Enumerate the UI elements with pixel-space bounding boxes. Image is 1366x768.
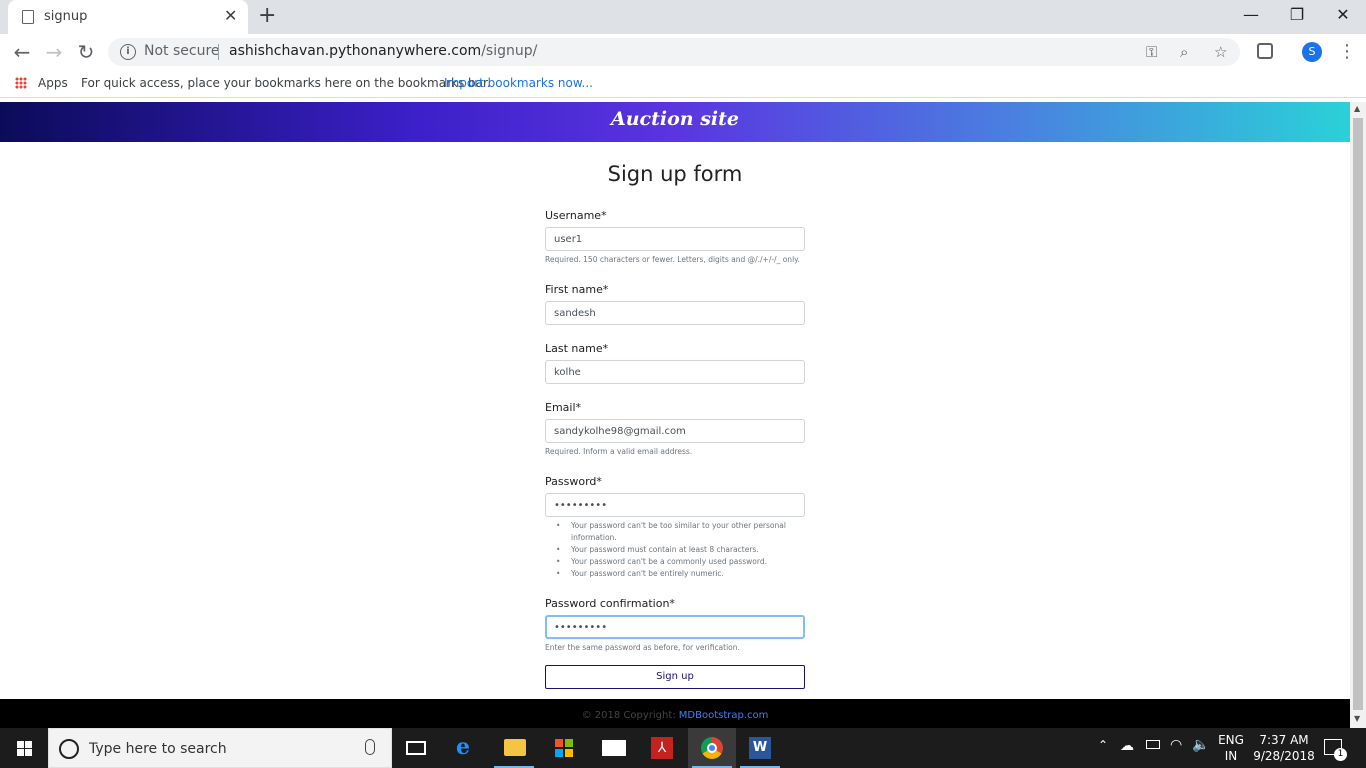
divider: [218, 44, 219, 60]
chrome-icon[interactable]: [688, 728, 736, 768]
page-scrollbar[interactable]: ▲ ▼: [1350, 102, 1366, 728]
show-hidden-icons-icon[interactable]: ⌃: [1098, 738, 1108, 752]
page-title: Sign up form: [607, 162, 743, 186]
edge-glyph: e: [456, 734, 470, 760]
language-indicator[interactable]: ENG IN: [1214, 732, 1248, 764]
url-text[interactable]: ashishchavan.pythonanywhere.com/signup/: [229, 43, 537, 59]
clock-date: 9/28/2018: [1253, 749, 1315, 763]
url-path: /signup/: [481, 43, 538, 59]
page-icon: [22, 10, 34, 24]
forward-button[interactable]: →: [42, 40, 66, 64]
store-logo: [555, 739, 573, 757]
envelope-shape: [602, 740, 626, 756]
restore-button[interactable]: ❐: [1274, 4, 1320, 26]
search-placeholder: Type here to search: [89, 741, 227, 757]
email-label: Email*: [545, 401, 582, 414]
info-icon[interactable]: i: [120, 44, 136, 60]
password-help-item: Your password can't be too similar to yo…: [556, 520, 811, 544]
email-input[interactable]: sandykolhe98@gmail.com: [545, 419, 805, 443]
import-bookmarks-link[interactable]: Import bookmarks now...: [444, 76, 593, 90]
browser-tab[interactable]: signup ✕: [8, 0, 248, 34]
username-help: Required. 150 characters or fewer. Lette…: [545, 255, 800, 264]
password-input[interactable]: •••••••••: [545, 493, 805, 517]
apps-link[interactable]: Apps: [38, 76, 68, 90]
tab-title: signup: [44, 9, 88, 24]
first-name-input[interactable]: sandesh: [545, 301, 805, 325]
password-help-list: Your password can't be too similar to yo…: [556, 520, 811, 580]
footer-link[interactable]: MDBootstrap.com: [679, 710, 769, 721]
first-name-label: First name*: [545, 283, 609, 296]
task-view-shape: [406, 741, 426, 755]
password-confirm-help: Enter the same password as before, for v…: [545, 643, 740, 652]
mail-icon[interactable]: [590, 728, 638, 768]
clock[interactable]: 7:37 AM 9/28/2018: [1252, 732, 1316, 764]
bookmarks-hint: For quick access, place your bookmarks h…: [81, 76, 491, 90]
close-tab-icon[interactable]: ✕: [224, 6, 237, 25]
browser-tab-strip: signup ✕ + — ❐ ✕: [0, 0, 1366, 34]
scroll-down-arrow-icon[interactable]: ▼: [1354, 714, 1360, 723]
clock-time: 7:37 AM: [1259, 733, 1309, 747]
password-help-item: Your password can't be a commonly used p…: [556, 556, 811, 568]
extension-icon[interactable]: [1257, 43, 1273, 59]
edge-icon[interactable]: e: [442, 728, 490, 768]
bookmarks-bar: Apps For quick access, place your bookma…: [0, 70, 1366, 98]
folder-shape: [504, 739, 526, 756]
username-input[interactable]: user1: [545, 227, 805, 251]
onedrive-icon[interactable]: ☁: [1120, 738, 1134, 754]
file-explorer-icon[interactable]: [490, 728, 538, 768]
taskbar-search[interactable]: Type here to search: [48, 728, 392, 768]
password-help-item: Your password must contain at least 8 ch…: [556, 544, 811, 556]
battery-icon[interactable]: [1146, 740, 1160, 749]
reload-button[interactable]: ↻: [74, 40, 98, 64]
language-code: ENG: [1218, 733, 1244, 747]
last-name-label: Last name*: [545, 342, 609, 355]
url-host: ashishchavan.pythonanywhere.com: [229, 43, 482, 59]
copyright-text: © 2018 Copyright:: [581, 710, 679, 721]
zoom-icon[interactable]: ⌕: [1180, 43, 1188, 61]
cortana-icon: [59, 739, 79, 759]
microphone-icon[interactable]: [365, 739, 375, 755]
back-button[interactable]: ←: [10, 40, 34, 64]
email-help: Required. Inform a valid email address.: [545, 447, 693, 456]
profile-avatar[interactable]: S: [1302, 42, 1322, 62]
acrobat-logo: ⅄: [651, 737, 673, 759]
minimize-button[interactable]: —: [1228, 4, 1274, 26]
wifi-icon[interactable]: ◠: [1170, 737, 1182, 753]
chrome-logo-center: [707, 743, 717, 753]
last-name-input[interactable]: kolhe: [545, 360, 805, 384]
start-button[interactable]: [0, 728, 48, 768]
menu-icon[interactable]: ⋮: [1338, 41, 1356, 62]
volume-muted-icon[interactable]: 🔈: [1192, 737, 1209, 753]
apps-grid-icon[interactable]: [15, 77, 27, 89]
task-view-icon[interactable]: [392, 728, 440, 768]
acrobat-icon[interactable]: ⅄: [638, 728, 686, 768]
word-logo: W: [749, 737, 771, 759]
scroll-up-arrow-icon[interactable]: ▲: [1354, 104, 1360, 113]
bookmark-star-icon[interactable]: ☆: [1214, 43, 1227, 61]
site-title[interactable]: Auction site: [0, 108, 1350, 130]
address-bar[interactable]: i Not secure ashishchavan.pythonanywhere…: [108, 38, 1240, 66]
site-banner: Auction site: [0, 102, 1350, 142]
windows-taskbar: Type here to search e ⅄ W ⌃ ☁ ◠ 🔈 ENG IN…: [0, 728, 1366, 768]
scroll-thumb[interactable]: [1353, 118, 1363, 710]
web-page: Auction site Sign up form Username* user…: [0, 102, 1350, 728]
username-label: Username*: [545, 209, 607, 222]
windows-logo-icon: [17, 741, 32, 756]
page-footer: © 2018 Copyright: MDBootstrap.com: [0, 699, 1350, 728]
footer-text: © 2018 Copyright: MDBootstrap.com: [0, 710, 1350, 721]
close-window-button[interactable]: ✕: [1320, 4, 1366, 26]
signup-button[interactable]: Sign up: [545, 665, 805, 689]
browser-toolbar: ← → ↻ i Not secure ashishchavan.pythonan…: [0, 34, 1366, 70]
word-icon[interactable]: W: [736, 728, 784, 768]
password-confirm-label: Password confirmation*: [545, 597, 675, 610]
password-label: Password*: [545, 475, 602, 488]
security-label[interactable]: Not secure: [144, 43, 220, 59]
new-tab-button[interactable]: +: [258, 4, 276, 28]
key-icon[interactable]: ⚿: [1146, 43, 1157, 61]
password-help-item: Your password can't be entirely numeric.: [556, 568, 811, 580]
password-confirm-input[interactable]: •••••••••: [545, 615, 805, 639]
store-icon[interactable]: [540, 728, 588, 768]
notification-badge: 1: [1334, 748, 1347, 761]
region-code: IN: [1224, 749, 1238, 763]
